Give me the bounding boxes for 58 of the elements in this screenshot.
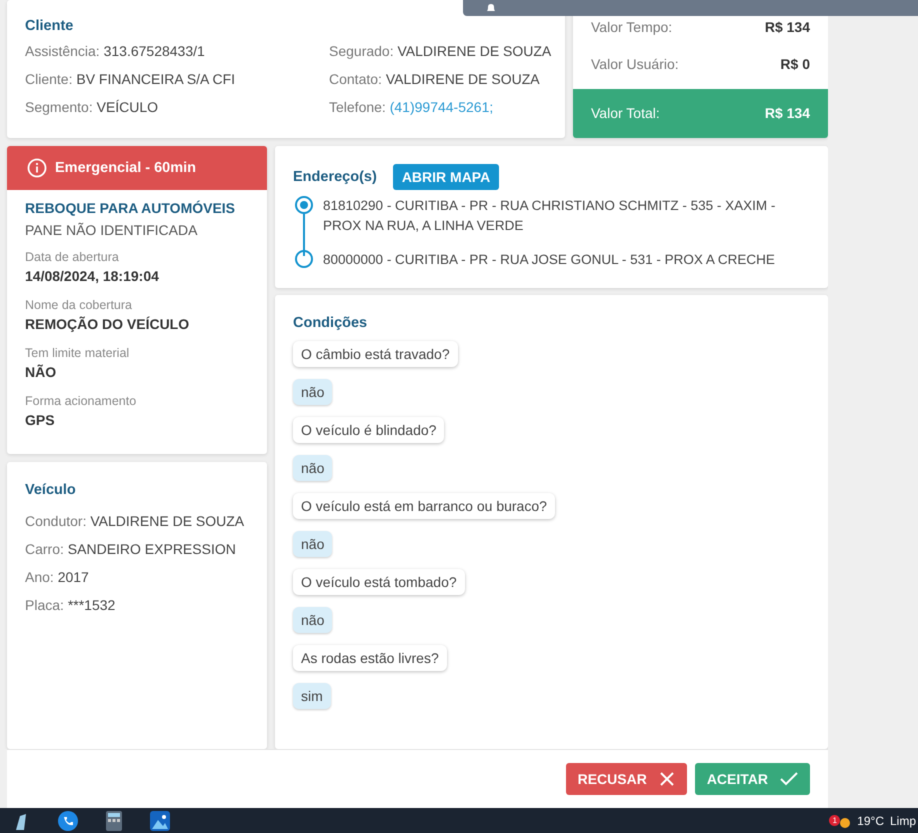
section-title: Cliente <box>25 18 74 34</box>
photos-icon[interactable] <box>150 810 170 830</box>
question-bubble: As rodas estão livres? <box>293 645 447 671</box>
answer-bubble: sim <box>293 683 331 709</box>
phone-icon[interactable] <box>58 810 78 830</box>
question-bubble: O câmbio está travado? <box>293 341 458 367</box>
detail-value: NÃO <box>25 364 58 380</box>
calculator-icon[interactable] <box>106 810 122 830</box>
info-field: Ano: 2017 <box>25 568 249 586</box>
address-text: 80000000 - CURITIBA - PR - RUA JOSE GONUL - 531 - PROX A CRECHE <box>323 251 776 269</box>
check-icon <box>780 771 798 787</box>
detail-value: REMOÇÃO DO VEÍCULO <box>25 316 190 332</box>
answer-bubble: não <box>293 531 332 557</box>
weather-text: Limp <box>890 814 916 828</box>
value-label: Valor Tempo: <box>591 18 672 35</box>
detail-label: Forma acionamento <box>25 394 138 408</box>
info-field: Telefone: (41)99744-5261; <box>329 98 552 116</box>
question-bubble: O veículo é blindado? <box>293 417 444 443</box>
value-amount: R$ 134 <box>764 105 810 122</box>
value-label: Valor Total: <box>591 105 660 122</box>
reject-button[interactable]: RECUSAR <box>566 763 687 795</box>
info-field: Assistência: 313.67528433/1 <box>25 42 329 60</box>
info-field: Condutor: VALDIRENE DE SOUZA <box>25 512 249 530</box>
bell-icon <box>485 3 497 13</box>
value-amount: R$ 0 <box>780 56 810 72</box>
service-title: REBOQUE PARA AUTOMÓVEIS <box>25 200 236 216</box>
answer-bubble: não <box>293 455 332 481</box>
value-label: Valor Usuário: <box>591 56 679 72</box>
section-title: Condições <box>293 315 368 331</box>
answer-bubble: não <box>293 379 332 405</box>
info-field: Segmento: VEÍCULO <box>25 98 329 116</box>
question-bubble: O veículo está tombado? <box>293 569 465 595</box>
answer-bubble: não <box>293 607 332 633</box>
detail-value: 14/08/2024, 18:19:04 <box>25 268 160 284</box>
info-field: Placa: ***1532 <box>25 596 249 614</box>
address-text: 81810290 - CURITIBA - PR - RUA CHRISTIANO SCHMITZ - 535 - XAXIM - PROX NA RUA, A LINHA VERDE <box>323 197 776 235</box>
info-field: Carro: SANDEIRO EXPRESSION <box>25 540 249 558</box>
route-point[interactable] <box>295 250 313 268</box>
priority-badge: Emergencial - 60min <box>7 146 267 190</box>
info-field: Segurado: VALDIRENE DE SOUZA <box>329 42 552 60</box>
close-icon <box>658 771 675 787</box>
open-map-button[interactable]: ABRIR MAPA <box>392 164 500 190</box>
service-subtitle: PANE NÃO IDENTIFICADA <box>25 222 198 238</box>
question-bubble: O veículo está em barranco ou buraco? <box>293 493 555 519</box>
section-title: Veículo <box>25 482 77 498</box>
accept-button[interactable]: ACEITAR <box>694 763 810 795</box>
detail-label: Nome da cobertura <box>25 298 134 312</box>
detail-value: GPS <box>25 412 56 428</box>
alert-badge: 1 <box>829 814 840 826</box>
detail-label: Tem limite material <box>25 346 130 360</box>
route-point[interactable] <box>295 196 313 214</box>
info-field: Contato: VALDIRENE DE SOUZA <box>329 70 552 88</box>
detail-label: Data de abertura <box>25 250 120 264</box>
value-amount: R$ 134 <box>764 18 810 35</box>
section-title: Endereço(s) <box>293 169 377 185</box>
info-icon <box>27 158 47 178</box>
info-field: Cliente: BV FINANCEIRA S/A CFI <box>25 70 329 88</box>
temperature-text: 19°C <box>857 814 884 828</box>
